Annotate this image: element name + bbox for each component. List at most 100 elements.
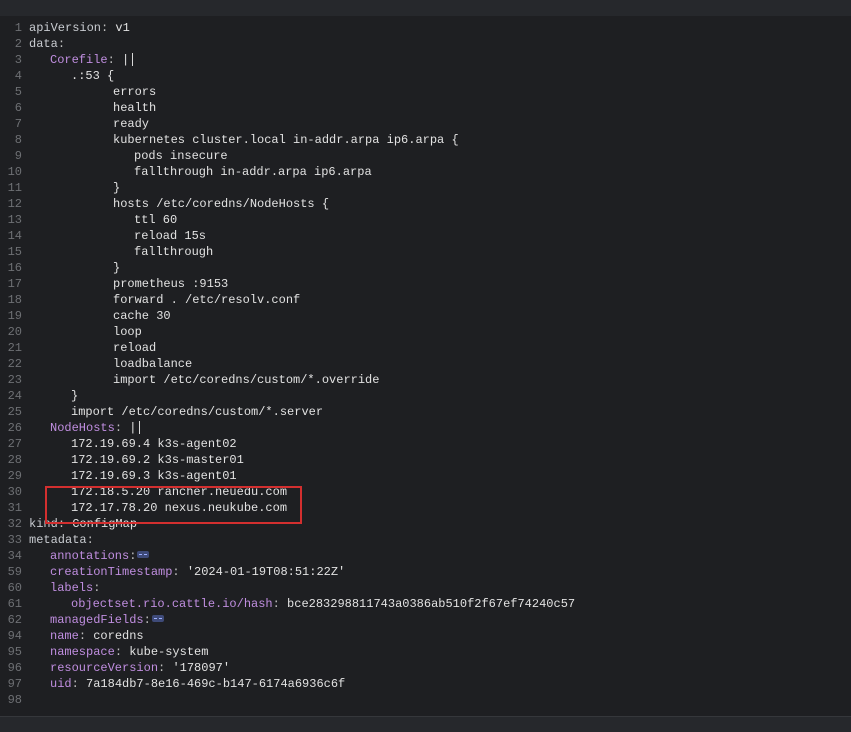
yaml-value: reload 15s	[134, 229, 207, 243]
line-number: 4	[14, 69, 22, 83]
code-line[interactable]: 59 creationTimestamp: '2024-01-19T08:51:2…	[0, 564, 851, 580]
code-line[interactable]: 15 fallthrough	[0, 244, 851, 260]
code-line[interactable]: 61 objectset.rio.cattle.io/hash: bce28329…	[0, 596, 851, 612]
line-number: 11	[7, 181, 22, 195]
folded-section-icon[interactable]	[151, 615, 164, 623]
code-text: 172.17.78.20 nexus.neukube.com	[71, 500, 287, 516]
code-line[interactable]: 98	[0, 692, 851, 708]
code-line[interactable]: 24}	[0, 388, 851, 404]
yaml-value: }	[113, 181, 121, 195]
code-line[interactable]: 19 cache 30	[0, 308, 851, 324]
yaml-separator: :	[143, 613, 151, 627]
code-line[interactable]: 12 hosts /etc/coredns/NodeHosts {	[0, 196, 851, 212]
code-line[interactable]: 97 uid: 7a184db7-8e16-469c-b147-6174a6936…	[0, 676, 851, 692]
yaml-value: kube-system	[129, 645, 209, 659]
code-line[interactable]: 16}	[0, 260, 851, 276]
line-number: 28	[7, 453, 22, 467]
code-line[interactable]: 14 reload 15s	[0, 228, 851, 244]
folded-section-icon[interactable]	[137, 551, 150, 559]
code-text: .:53 {	[71, 68, 114, 84]
code-text: }	[113, 260, 120, 276]
code-line[interactable]: 34 annotations:	[0, 548, 851, 564]
code-line[interactable]: 3 Corefile: |	[0, 52, 851, 68]
code-line[interactable]: 5 errors	[0, 84, 851, 100]
yaml-separator: :	[158, 661, 173, 675]
yaml-key: kind	[29, 517, 58, 531]
code-line[interactable]: 4 .:53 {	[0, 68, 851, 84]
line-number: 19	[7, 309, 22, 323]
yaml-editor[interactable]: 1 apiVersion: v1 2 data: 3 Corefile: | 4 .:53 {…	[0, 16, 851, 716]
code-line[interactable]: 8 kubernetes cluster.local in-addr.arpa i…	[0, 132, 851, 148]
yaml-key: labels	[50, 581, 94, 595]
code-line[interactable]: 32 kind: ConfigMap	[0, 516, 851, 532]
yaml-value: }	[113, 261, 121, 275]
yaml-value: hosts /etc/coredns/NodeHosts {	[113, 197, 330, 211]
code-line[interactable]: 7 ready	[0, 116, 851, 132]
yaml-separator: :	[71, 677, 87, 691]
yaml-value: import /etc/coredns/custom/*.override	[113, 373, 380, 387]
code-line[interactable]: 11}	[0, 180, 851, 196]
code-line[interactable]: 25 import /etc/coredns/custom/*.server	[0, 404, 851, 420]
yaml-key: objectset.rio.cattle.io/hash	[71, 597, 273, 611]
line-number: 21	[7, 341, 22, 355]
code-line[interactable]: 95 namespace: kube-system	[0, 644, 851, 660]
code-line[interactable]: 20 loop	[0, 324, 851, 340]
line-number: 9	[14, 149, 22, 163]
code-text: annotations:	[50, 548, 150, 564]
code-line[interactable]: 23 import /etc/coredns/custom/*.override	[0, 372, 851, 388]
yaml-value: import /etc/coredns/custom/*.server	[71, 405, 324, 419]
yaml-key: namespace	[50, 645, 115, 659]
code-line[interactable]: 6 health	[0, 100, 851, 116]
code-line[interactable]: 62 managedFields:	[0, 612, 851, 628]
code-text: managedFields:	[50, 612, 164, 628]
yaml-key: metadata	[29, 533, 87, 547]
code-line[interactable]: 33 metadata:	[0, 532, 851, 548]
yaml-value: loadbalance	[113, 357, 193, 371]
code-text: prometheus :9153	[113, 276, 228, 292]
code-line[interactable]: 94 name: coredns	[0, 628, 851, 644]
code-text: kind: ConfigMap	[29, 516, 137, 532]
line-number: 3	[14, 53, 22, 67]
code-text: pods insecure	[134, 148, 228, 164]
code-text: ready	[113, 116, 149, 132]
code-line[interactable]: 18 forward . /etc/resolv.conf	[0, 292, 851, 308]
code-line[interactable]: 96 resourceVersion: '178097'	[0, 660, 851, 676]
code-line[interactable]: 2 data:	[0, 36, 851, 52]
line-number: 25	[7, 405, 22, 419]
code-text: reload 15s	[134, 228, 206, 244]
code-line[interactable]: 17 prometheus :9153	[0, 276, 851, 292]
line-number: 17	[7, 277, 22, 291]
code-line[interactable]: 22 loadbalance	[0, 356, 851, 372]
line-number: 2	[14, 37, 22, 51]
yaml-value: ttl 60	[134, 213, 178, 227]
code-line[interactable]: 31 172.17.78.20 nexus.neukube.com	[0, 500, 851, 516]
yaml-value: '2024-01-19T08:51:22Z'	[186, 565, 346, 579]
code-text: name: coredns	[50, 628, 144, 644]
code-line[interactable]: 27 172.19.69.4 k3s-agent02	[0, 436, 851, 452]
code-line[interactable]: 10 fallthrough in-addr.arpa ip6.arpa	[0, 164, 851, 180]
code-text: metadata:	[29, 532, 94, 548]
code-line[interactable]: 28 172.19.69.2 k3s-master01	[0, 452, 851, 468]
code-line[interactable]: 30 172.18.5.20 rancher.neuedu.com	[0, 484, 851, 500]
code-line[interactable]: 9 pods insecure	[0, 148, 851, 164]
yaml-value: pods insecure	[134, 149, 228, 163]
code-line[interactable]: 21 reload	[0, 340, 851, 356]
code-text: cache 30	[113, 308, 171, 324]
line-number: 97	[7, 677, 22, 691]
yaml-value: ConfigMap	[72, 517, 138, 531]
code-line[interactable]: 1 apiVersion: v1	[0, 20, 851, 36]
code-line[interactable]: 13 ttl 60	[0, 212, 851, 228]
editor-top-bar	[0, 0, 851, 17]
line-number: 23	[7, 373, 22, 387]
yaml-value: '178097'	[172, 661, 231, 675]
line-number: 16	[7, 261, 22, 275]
yaml-separator: :	[107, 53, 123, 67]
code-line[interactable]: 60 labels:	[0, 580, 851, 596]
code-line[interactable]: 26 NodeHosts: |	[0, 420, 851, 436]
yaml-key: data	[29, 37, 58, 51]
yaml-separator: :	[57, 37, 66, 51]
line-number: 24	[7, 389, 22, 403]
yaml-key: annotations	[50, 549, 130, 563]
code-text: fallthrough in-addr.arpa ip6.arpa	[134, 164, 372, 180]
code-line[interactable]: 29 172.19.69.3 k3s-agent01	[0, 468, 851, 484]
